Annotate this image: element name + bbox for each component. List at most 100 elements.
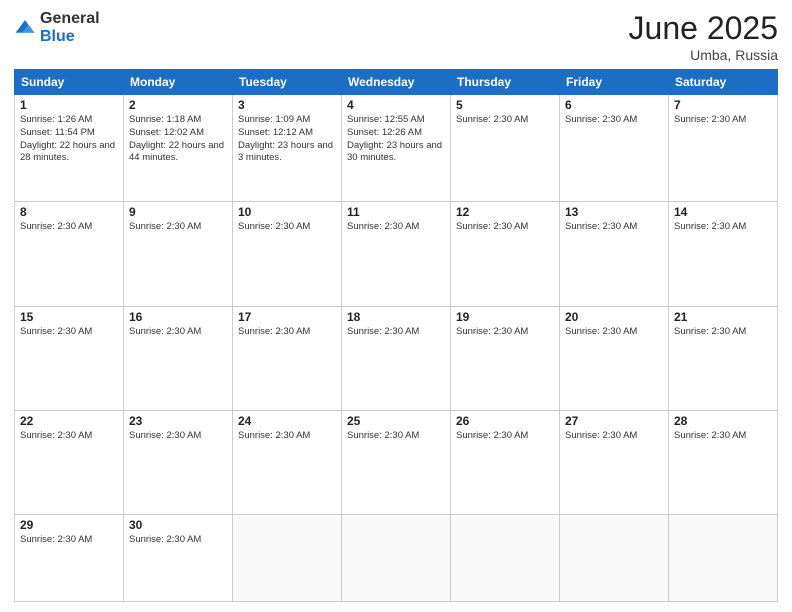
table-row: 20Sunrise: 2:30 AM bbox=[560, 306, 669, 410]
day-info: Sunrise: 2:30 AM bbox=[347, 221, 445, 234]
calendar-week-4: 22Sunrise: 2:30 AM23Sunrise: 2:30 AM24Su… bbox=[15, 410, 778, 514]
table-row bbox=[342, 515, 451, 602]
logo-text: General Blue bbox=[40, 10, 100, 45]
day-number: 25 bbox=[347, 414, 445, 428]
day-number: 5 bbox=[456, 98, 554, 112]
day-number: 4 bbox=[347, 98, 445, 112]
top-section: General Blue June 2025 Umba, Russia bbox=[14, 10, 778, 63]
header-monday: Monday bbox=[124, 70, 233, 95]
day-number: 24 bbox=[238, 414, 336, 428]
table-row: 16 Sunrise: 2:30 AM bbox=[124, 306, 233, 410]
day-number: 28 bbox=[674, 414, 772, 428]
day-number: 2 bbox=[129, 98, 227, 112]
day-info: Sunrise: 2:30 AM bbox=[129, 221, 227, 234]
calendar-week-2: 8Sunrise: 2:30 AM9Sunrise: 2:30 AM10Sunr… bbox=[15, 202, 778, 306]
table-row: 9 Sunrise: 2:30 AM bbox=[124, 202, 233, 306]
header-sunday: Sunday bbox=[15, 70, 124, 95]
day-info: Sunrise: 2:30 AM bbox=[20, 326, 118, 339]
table-row: 7 Sunrise: 2:30 AM bbox=[669, 95, 778, 202]
day-info: Sunrise: 2:30 AM bbox=[347, 430, 445, 443]
table-row: 3 Sunrise: 1:09 AM Sunset: 12:12 AM Dayli… bbox=[233, 95, 342, 202]
day-number: 11 bbox=[347, 205, 445, 219]
header-wednesday: Wednesday bbox=[342, 70, 451, 95]
table-row: 8Sunrise: 2:30 AM bbox=[15, 202, 124, 306]
table-row: 4 Sunrise: 12:55 AM Sunset: 12:26 AM Dayl… bbox=[342, 95, 451, 202]
day-info: Sunrise: 2:30 AM bbox=[456, 430, 554, 443]
day-info: Sunrise: 1:09 AM Sunset: 12:12 AM Daylig… bbox=[238, 114, 336, 165]
table-row: 19Sunrise: 2:30 AM bbox=[451, 306, 560, 410]
day-number: 19 bbox=[456, 310, 554, 324]
logo-general: General bbox=[40, 10, 100, 28]
table-row: 13Sunrise: 2:30 AM bbox=[560, 202, 669, 306]
table-row: 12 Sunrise: 2:30 AM bbox=[451, 202, 560, 306]
header-friday: Friday bbox=[560, 70, 669, 95]
day-info: Sunrise: 2:30 AM bbox=[129, 326, 227, 339]
day-info: Sunrise: 12:55 AM Sunset: 12:26 AM Dayli… bbox=[347, 114, 445, 165]
table-row bbox=[233, 515, 342, 602]
table-row: 10Sunrise: 2:30 AM bbox=[233, 202, 342, 306]
day-number: 13 bbox=[565, 205, 663, 219]
logo: General Blue bbox=[14, 10, 100, 45]
weekday-header-row: Sunday Monday Tuesday Wednesday Thursday… bbox=[15, 70, 778, 95]
table-row: 25 Sunrise: 2:30 AM bbox=[342, 410, 451, 514]
day-number: 9 bbox=[129, 205, 227, 219]
day-info: Sunrise: 1:26 AM Sunset: 11:54 PM Daylig… bbox=[20, 114, 118, 165]
day-number: 16 bbox=[129, 310, 227, 324]
table-row: 18 Sunrise: 2:30 AM bbox=[342, 306, 451, 410]
day-number: 15 bbox=[20, 310, 118, 324]
day-number: 7 bbox=[674, 98, 772, 112]
day-info: Sunrise: 2:30 AM bbox=[20, 534, 118, 547]
day-number: 3 bbox=[238, 98, 336, 112]
day-info: Sunrise: 2:30 AM bbox=[674, 430, 772, 443]
day-info: Sunrise: 2:30 AM bbox=[456, 221, 554, 234]
page: General Blue June 2025 Umba, Russia Sund… bbox=[0, 0, 792, 612]
day-info: Sunrise: 2:30 AM bbox=[674, 326, 772, 339]
table-row bbox=[560, 515, 669, 602]
table-row: 11 Sunrise: 2:30 AM bbox=[342, 202, 451, 306]
day-number: 22 bbox=[20, 414, 118, 428]
day-number: 12 bbox=[456, 205, 554, 219]
table-row: 15 Sunrise: 2:30 AM bbox=[15, 306, 124, 410]
day-info: Sunrise: 2:30 AM bbox=[238, 430, 336, 443]
day-number: 21 bbox=[674, 310, 772, 324]
day-info: Sunrise: 2:30 AM bbox=[674, 114, 772, 127]
day-info: Sunrise: 1:18 AM Sunset: 12:02 AM Daylig… bbox=[129, 114, 227, 165]
day-info: Sunrise: 2:30 AM bbox=[20, 221, 118, 234]
day-number: 1 bbox=[20, 98, 118, 112]
logo-icon bbox=[14, 17, 36, 39]
day-number: 18 bbox=[347, 310, 445, 324]
header-tuesday: Tuesday bbox=[233, 70, 342, 95]
table-row: 1 Sunrise: 1:26 AM Sunset: 11:54 PM Dayli… bbox=[15, 95, 124, 202]
table-row: 6Sunrise: 2:30 AM bbox=[560, 95, 669, 202]
header-thursday: Thursday bbox=[451, 70, 560, 95]
table-row: 17Sunrise: 2:30 AM bbox=[233, 306, 342, 410]
table-row: 2 Sunrise: 1:18 AM Sunset: 12:02 AM Dayli… bbox=[124, 95, 233, 202]
calendar-week-3: 15Sunrise: 2:30 AM16Sunrise: 2:30 AM17Su… bbox=[15, 306, 778, 410]
table-row: 14 Sunrise: 2:30 AM bbox=[669, 202, 778, 306]
day-info: Sunrise: 2:30 AM bbox=[347, 326, 445, 339]
table-row: 5 Sunrise: 2:30 AM bbox=[451, 95, 560, 202]
table-row: 23Sunrise: 2:30 AM bbox=[124, 410, 233, 514]
day-number: 10 bbox=[238, 205, 336, 219]
day-number: 14 bbox=[674, 205, 772, 219]
calendar-week-1: 1 Sunrise: 1:26 AM Sunset: 11:54 PM Dayli… bbox=[15, 95, 778, 202]
day-number: 26 bbox=[456, 414, 554, 428]
location-subtitle: Umba, Russia bbox=[629, 47, 778, 63]
table-row: 24 Sunrise: 2:30 AM bbox=[233, 410, 342, 514]
day-info: Sunrise: 2:30 AM bbox=[456, 114, 554, 127]
table-row: 29Sunrise: 2:30 AM bbox=[15, 515, 124, 602]
day-number: 23 bbox=[129, 414, 227, 428]
table-row: 26 Sunrise: 2:30 AM bbox=[451, 410, 560, 514]
table-row bbox=[451, 515, 560, 602]
day-info: Sunrise: 2:30 AM bbox=[20, 430, 118, 443]
title-section: June 2025 Umba, Russia bbox=[629, 10, 778, 63]
day-info: Sunrise: 2:30 AM bbox=[129, 534, 227, 547]
table-row: 21 Sunrise: 2:30 AM bbox=[669, 306, 778, 410]
logo-blue: Blue bbox=[40, 28, 100, 46]
day-info: Sunrise: 2:30 AM bbox=[674, 221, 772, 234]
day-number: 27 bbox=[565, 414, 663, 428]
header-saturday: Saturday bbox=[669, 70, 778, 95]
day-number: 17 bbox=[238, 310, 336, 324]
table-row: 30Sunrise: 2:30 AM bbox=[124, 515, 233, 602]
table-row: 22 Sunrise: 2:30 AM bbox=[15, 410, 124, 514]
